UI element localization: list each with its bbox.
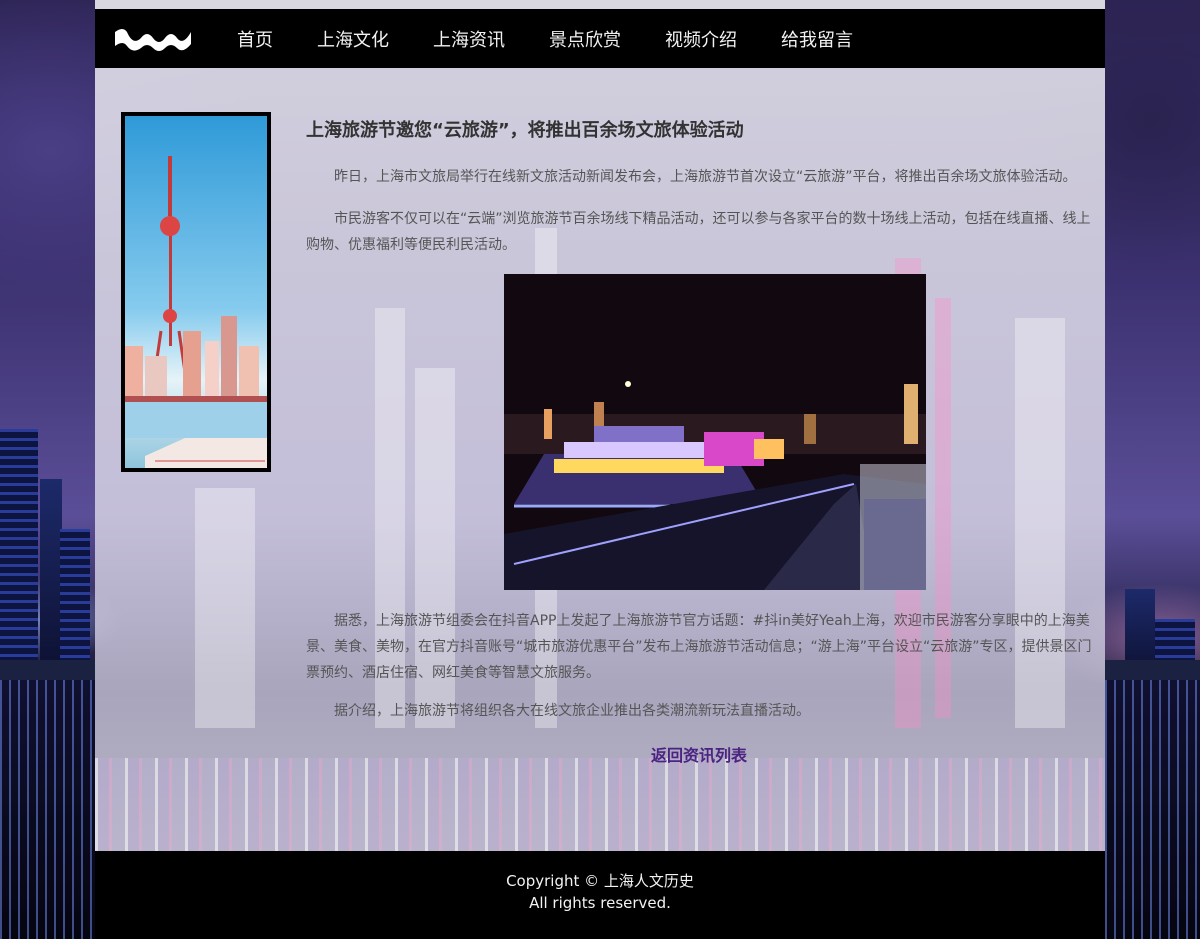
- page-container: 首页 上海文化 上海资讯 景点欣赏 视频介绍 给我留言 上海旅游节邀您“云旅游”…: [95, 9, 1105, 939]
- background-city-left: [0, 0, 95, 939]
- nav-scenic-spots[interactable]: 景点欣赏: [549, 26, 621, 52]
- article-paragraph-4: 据介绍，上海旅游节将组织各大在线文旅企业推出各类潮流新玩法直播活动。: [334, 703, 810, 719]
- nav-video-intro[interactable]: 视频介绍: [665, 26, 737, 52]
- article-paragraph-1: 昨日，上海市文旅局举行在线新文旅活动新闻发布会，上海旅游节首次设立“云旅游”平台…: [334, 169, 1077, 185]
- top-strip: [95, 0, 1105, 9]
- back-to-news-list-link[interactable]: 返回资讯列表: [651, 742, 747, 766]
- footer-copyright: Copyright © 上海人文历史: [506, 872, 694, 890]
- page-footer: Copyright © 上海人文历史 All rights reserved.: [95, 851, 1105, 939]
- nav-shanghai-culture[interactable]: 上海文化: [317, 26, 389, 52]
- article-paragraph-3: 据悉，上海旅游节组委会在抖音APP上发起了上海旅游节官方话题：#抖in美好Yea…: [306, 613, 1092, 681]
- footer-rights: All rights reserved.: [529, 894, 671, 912]
- nav-shanghai-news[interactable]: 上海资讯: [433, 26, 505, 52]
- article-title: 上海旅游节邀您“云旅游”，将推出百余场文旅体验活动: [306, 120, 744, 141]
- wave-logo-icon[interactable]: [113, 24, 193, 54]
- nav-leave-message[interactable]: 给我留言: [781, 26, 853, 52]
- water-reflection: [95, 758, 1105, 851]
- tower-photo: [121, 112, 271, 472]
- nav-home[interactable]: 首页: [237, 26, 273, 52]
- background-city-right: [1105, 0, 1200, 939]
- main-navbar: 首页 上海文化 上海资讯 景点欣赏 视频介绍 给我留言: [95, 9, 1105, 68]
- night-cruise-photo: [504, 274, 926, 590]
- article-content: 上海旅游节邀您“云旅游”，将推出百余场文旅体验活动 昨日，上海市文旅局举行在线新…: [95, 68, 1105, 851]
- article-paragraph-2: 市民游客不仅可以在“云端”浏览旅游节百余场线下精品活动，还可以参与各家平台的数十…: [306, 211, 1091, 253]
